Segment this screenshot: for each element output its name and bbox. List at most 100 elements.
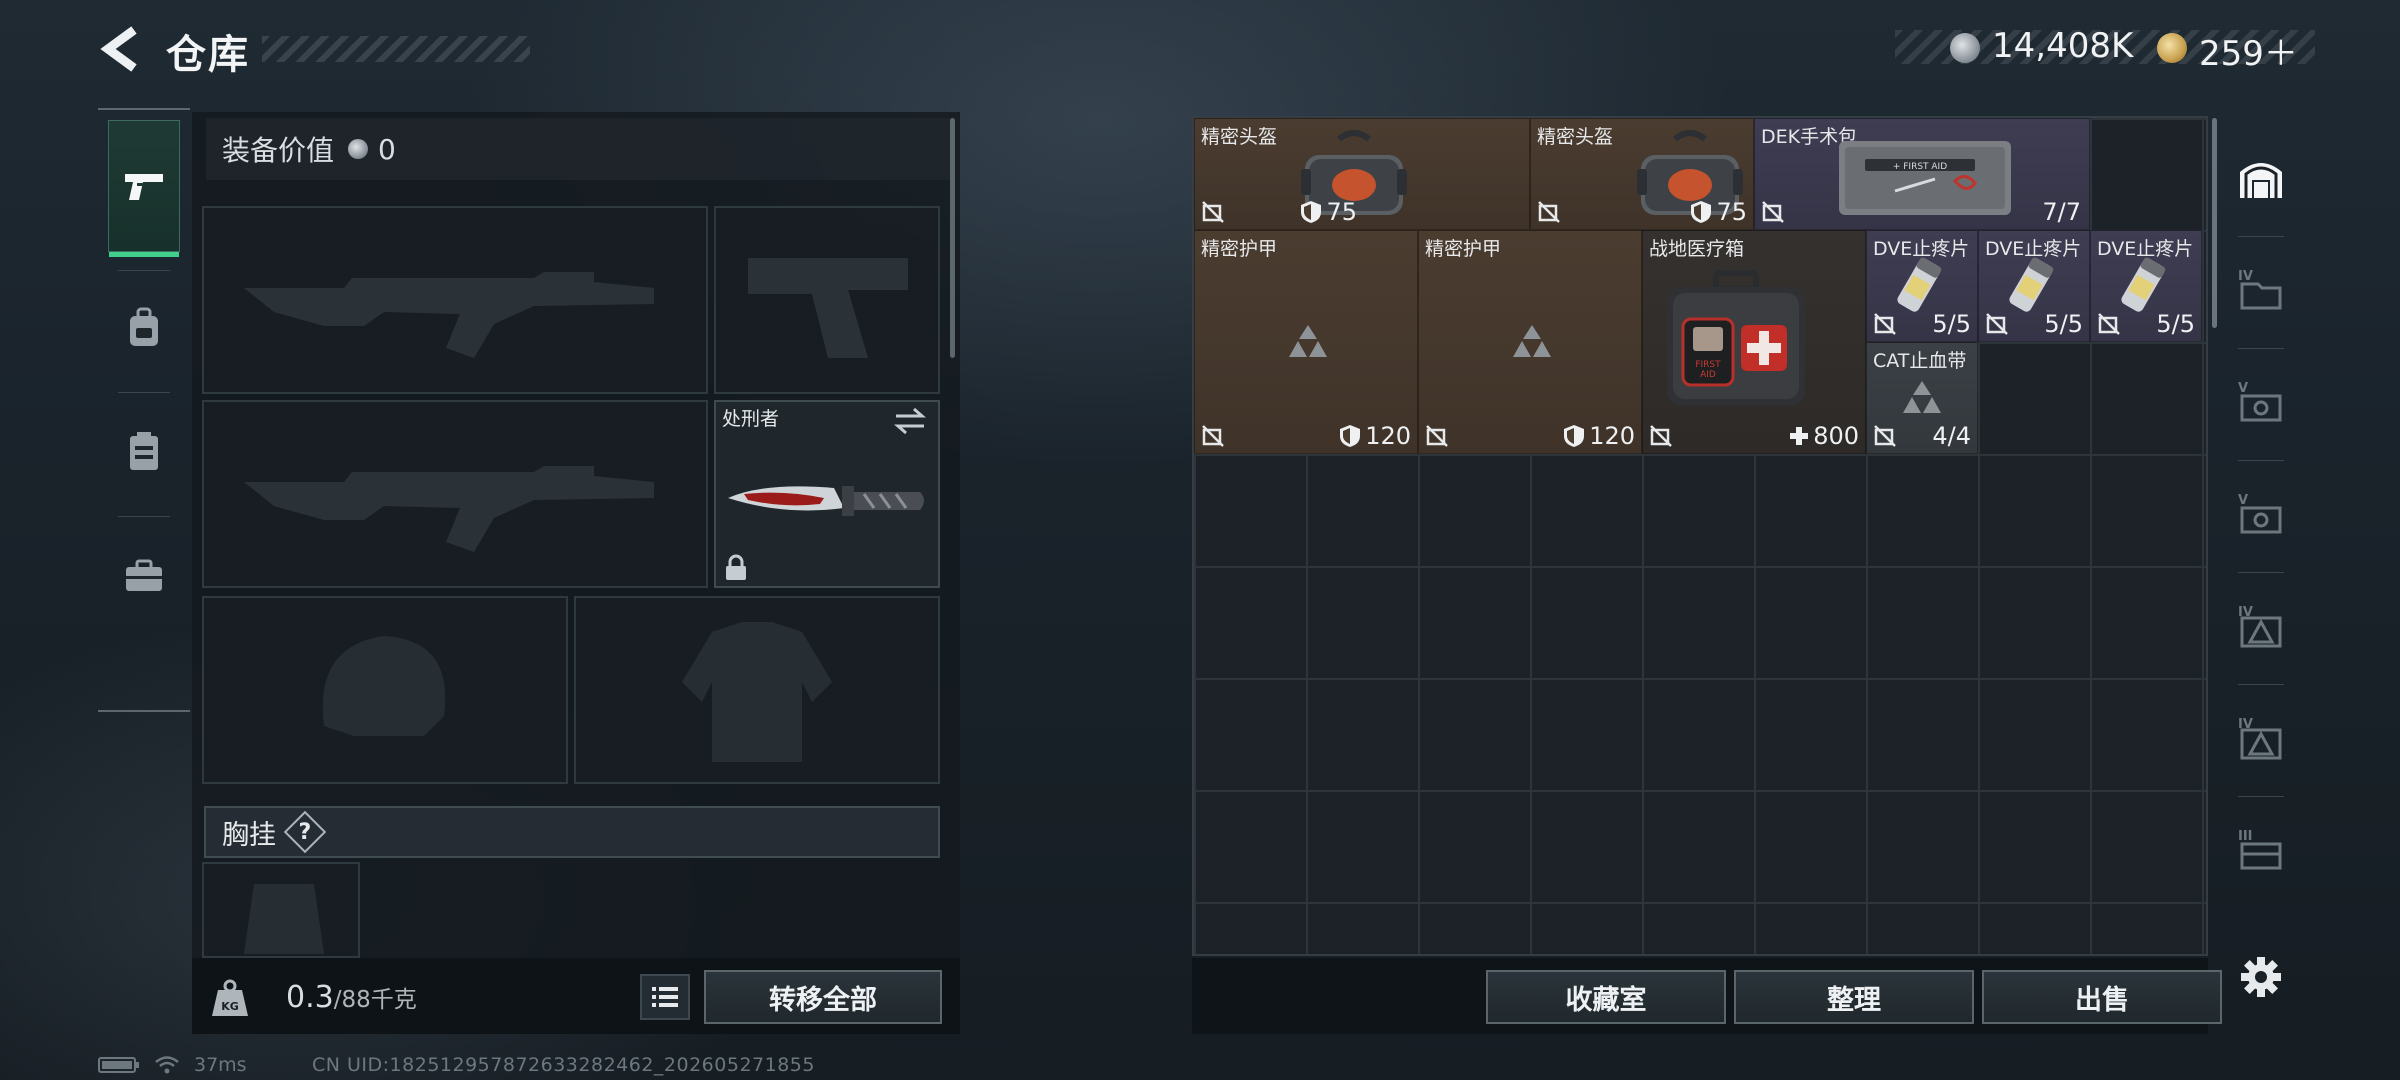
helmet-silhouette-icon — [322, 636, 446, 736]
equipment-value-label: 装备价值 — [222, 134, 335, 167]
svg-text:AID: AID — [1700, 370, 1716, 380]
stash-tab-home[interactable] — [2236, 152, 2286, 202]
item-name: 精密头盔 — [1201, 126, 1278, 148]
nav-backpack[interactable] — [108, 278, 180, 378]
stash-item-armor-1[interactable]: 精密护甲 120 — [1194, 230, 1418, 454]
stash-item-armor-2[interactable]: 精密护甲 120 — [1418, 230, 1642, 454]
hazard-tier-icon: IV — [2238, 717, 2282, 760]
gold-coin-icon — [2157, 33, 2187, 63]
unknown-item-triangle-icon — [1903, 381, 1941, 413]
stash-tab-2[interactable]: IV — [2236, 264, 2286, 314]
list-icon — [652, 987, 678, 1007]
nav-chest-rig[interactable] — [108, 402, 180, 502]
swap-icon[interactable] — [890, 406, 930, 436]
shield-icon — [1691, 201, 1712, 223]
help-icon[interactable]: ? — [283, 810, 327, 854]
unknown-item-triangle-icon — [1289, 325, 1327, 357]
carry-weight: 0.3/88千克 — [286, 980, 417, 1015]
stash-tab-6[interactable]: IV — [2236, 712, 2286, 762]
no-drop-icon — [1202, 201, 1224, 223]
chest-rig-slot[interactable] — [202, 862, 360, 958]
stash-item-surgery-kit[interactable]: DEK手术包 + FIRST AID 7/7 — [1754, 118, 2090, 230]
knife-icon — [728, 486, 924, 516]
hazard-tier-icon: IV — [2238, 605, 2282, 648]
stash-tab-5[interactable]: IV — [2236, 600, 2286, 650]
stash-tab-7[interactable]: III — [2236, 824, 2286, 874]
sidearm-slot[interactable] — [714, 206, 940, 394]
stash-tab-3[interactable]: V — [2236, 376, 2286, 426]
stash-item-painkiller-3[interactable]: DVE止疼片 5/5 — [2090, 230, 2202, 342]
stash-item-helmet-1[interactable]: 精密头盔 75 — [1194, 118, 1530, 230]
gold-currency-amount[interactable]: 259＋ — [2199, 26, 2298, 75]
settings-button[interactable] — [2236, 952, 2286, 1002]
svg-text:FIRST: FIRST — [1695, 360, 1721, 370]
svg-text:III: III — [2238, 829, 2253, 844]
stash-grid[interactable]: 精密头盔 75 精密头盔 75 DEK手术包 + FIRST AID 7/7 精… — [1192, 116, 2208, 956]
transfer-all-button[interactable]: 转移全部 — [704, 970, 942, 1024]
nav-toolbox[interactable] — [108, 526, 180, 626]
secondary-weapon-slot[interactable] — [202, 400, 708, 588]
user-id: CN UID:182512957872633282462_20260527185… — [312, 1054, 815, 1076]
assault-rifle-silhouette-icon — [244, 272, 654, 358]
equipment-value: 0 — [378, 132, 396, 166]
sell-button[interactable]: 出售 — [1982, 970, 2222, 1024]
briefcase-icon — [126, 559, 162, 591]
item-stat: 4/4 — [1932, 422, 1971, 450]
title-decoration — [262, 36, 530, 62]
item-stat: 800 — [1789, 422, 1859, 450]
item-stat: 120 — [1339, 422, 1411, 450]
page-title: 仓库 — [166, 32, 250, 78]
svg-text:V: V — [2238, 381, 2248, 396]
assault-rifle-silhouette-icon — [244, 466, 654, 552]
item-stat: 120 — [1563, 422, 1635, 450]
stash-item-painkiller-2[interactable]: DVE止疼片 5/5 — [1978, 230, 2090, 342]
stash-item-field-medkit[interactable]: 战地医疗箱 FIRST AID 800 — [1642, 230, 1866, 454]
chest-rig-silhouette-icon — [244, 884, 324, 954]
stash-item-tourniquet[interactable]: CAT止血带 4/4 — [1866, 342, 1978, 454]
svg-text:+ FIRST AID: + FIRST AID — [1893, 162, 1947, 172]
shield-icon — [1301, 201, 1322, 223]
carry-weight-current: 0.3 — [286, 980, 334, 1015]
helmet-slot[interactable] — [202, 596, 568, 784]
organize-button[interactable]: 整理 — [1734, 970, 1974, 1024]
collection-room-button[interactable]: 收藏室 — [1486, 970, 1726, 1024]
silver-currency-amount: 14,408K — [1992, 26, 2134, 66]
body-armor-slot[interactable] — [574, 596, 940, 784]
no-drop-icon — [1650, 425, 1672, 447]
stash-item-painkiller-1[interactable]: DVE止疼片 5/5 — [1866, 230, 1978, 342]
svg-text:IV: IV — [2238, 269, 2253, 284]
stash-item-helmet-2[interactable]: 精密头盔 75 — [1530, 118, 1754, 230]
vault-tier-icon: V — [2238, 381, 2282, 422]
wifi-icon — [155, 1056, 179, 1074]
no-drop-icon — [1874, 425, 1896, 447]
svg-text:V: V — [2238, 493, 2248, 508]
loadout-scrollbar[interactable] — [950, 118, 955, 358]
no-drop-icon — [1202, 425, 1224, 447]
item-stat: 75 — [1690, 198, 1747, 226]
weight-icon: KG — [212, 979, 248, 1016]
item-name: 精密头盔 — [1537, 126, 1614, 148]
nav-weapons[interactable] — [108, 120, 180, 257]
folder-tier-icon: IV — [2238, 269, 2282, 310]
stash-tab-4[interactable]: V — [2236, 488, 2286, 538]
no-drop-icon — [1426, 425, 1448, 447]
warehouse-icon — [2240, 163, 2282, 198]
back-button[interactable] — [98, 24, 142, 74]
status-bar: 37ms — [98, 1054, 247, 1076]
item-stat: 75 — [1300, 198, 1357, 226]
svg-text:KG: KG — [221, 1000, 239, 1013]
item-stat: 5/5 — [2156, 310, 2195, 338]
first-aid-kit-icon: FIRST AID — [1667, 270, 1805, 405]
item-name: 精密护甲 — [1425, 238, 1502, 260]
no-drop-icon — [1762, 201, 1784, 223]
list-view-button[interactable] — [640, 974, 690, 1020]
primary-weapon-slot[interactable] — [202, 206, 708, 394]
item-stat: 5/5 — [1932, 310, 1971, 338]
stash-tabs: IV V V IV IV III — [2220, 112, 2300, 1034]
item-stat: 5/5 — [2044, 310, 2083, 338]
stash-scrollbar[interactable] — [2212, 118, 2217, 328]
item-stat: 7/7 — [2042, 198, 2081, 226]
shield-icon — [1564, 425, 1585, 447]
chest-rig-header: 胸挂 ? — [204, 806, 940, 858]
battery-icon — [98, 1057, 139, 1073]
